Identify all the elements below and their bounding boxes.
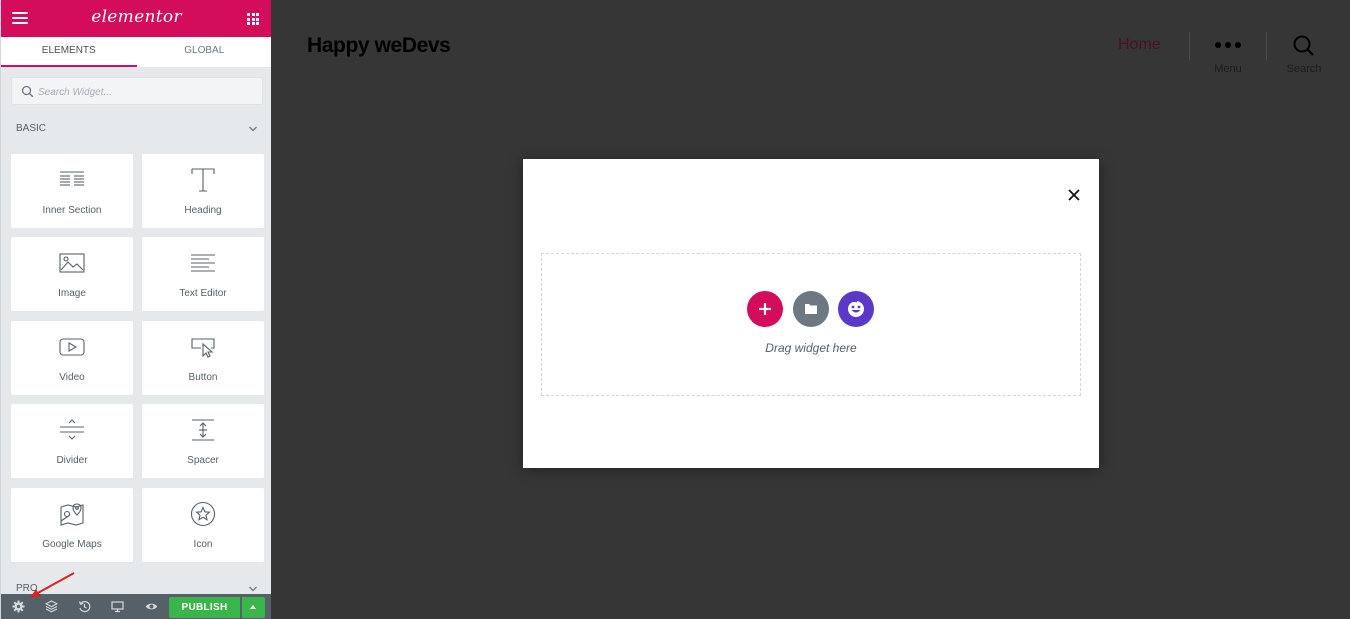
category-basic-header[interactable]: BASIC bbox=[1, 120, 272, 140]
panel-header: elementor bbox=[1, 0, 272, 37]
nav-search-button[interactable]: Search bbox=[1279, 34, 1329, 75]
widget-inner-section[interactable]: Inner Section bbox=[11, 154, 133, 228]
widget-label: Spacer bbox=[187, 455, 219, 466]
nav-home-link[interactable]: Home bbox=[1118, 36, 1161, 54]
inner-section-icon bbox=[60, 171, 84, 186]
site-title[interactable]: Happy weDevs bbox=[307, 34, 451, 58]
happy-face-icon bbox=[848, 300, 864, 317]
caret-up-icon bbox=[250, 605, 256, 609]
nav-divider bbox=[1189, 32, 1190, 60]
tab-elements[interactable]: ELEMENTS bbox=[1, 37, 137, 67]
widget-label: Divider bbox=[56, 455, 88, 466]
widget-label: Video bbox=[59, 372, 85, 383]
responsive-icon[interactable] bbox=[111, 600, 124, 613]
search-icon bbox=[21, 85, 34, 98]
widget-label: Heading bbox=[184, 205, 222, 216]
nav-divider bbox=[1266, 32, 1267, 60]
navigator-icon[interactable] bbox=[45, 600, 58, 613]
widget-image[interactable]: Image bbox=[11, 237, 133, 311]
widgets-grid-icon[interactable] bbox=[247, 13, 259, 25]
nav-menu-button[interactable]: Menu bbox=[1203, 34, 1253, 75]
plus-icon bbox=[759, 303, 771, 315]
heading-icon bbox=[191, 168, 215, 192]
widget-divider[interactable]: Divider bbox=[11, 404, 133, 478]
publish-button[interactable]: PUBLISH bbox=[169, 597, 240, 618]
happy-addons-button[interactable] bbox=[838, 291, 874, 327]
settings-icon[interactable] bbox=[12, 600, 25, 613]
folder-icon bbox=[805, 304, 817, 314]
preview-eye-icon[interactable] bbox=[145, 600, 158, 613]
history-icon[interactable] bbox=[78, 600, 91, 613]
widget-icon[interactable]: Icon bbox=[142, 488, 264, 562]
preview-canvas: Happy weDevs Home Menu Search Drag widge… bbox=[271, 0, 1350, 619]
spacer-icon bbox=[192, 419, 214, 441]
elementor-panel: elementor ELEMENTS GLOBAL BASIC bbox=[0, 0, 272, 619]
widget-label: Icon bbox=[193, 539, 213, 550]
video-icon bbox=[59, 338, 85, 356]
button-icon bbox=[191, 338, 215, 358]
widget-spacer[interactable]: Spacer bbox=[142, 404, 264, 478]
panel-tabs: ELEMENTS GLOBAL bbox=[1, 37, 272, 67]
widget-google-maps[interactable]: Google Maps bbox=[11, 488, 133, 562]
search-label: Search bbox=[1286, 63, 1322, 75]
elementor-logo: elementor bbox=[91, 7, 182, 27]
widget-heading[interactable]: Heading bbox=[142, 154, 264, 228]
divider-icon bbox=[60, 419, 84, 440]
add-section-button[interactable] bbox=[747, 291, 783, 327]
ellipsis-icon bbox=[1203, 34, 1253, 52]
menu-label: Menu bbox=[1214, 63, 1242, 75]
category-title: BASIC bbox=[16, 123, 47, 134]
publish-options-button[interactable] bbox=[242, 597, 265, 618]
tab-global[interactable]: GLOBAL bbox=[136, 37, 272, 67]
empty-section-dropzone[interactable]: Drag widget here bbox=[541, 253, 1081, 396]
star-icon bbox=[190, 501, 216, 527]
elementor-editor: elementor ELEMENTS GLOBAL BASIC bbox=[0, 0, 1350, 619]
widget-button[interactable]: Button bbox=[142, 321, 264, 395]
drag-widget-hint: Drag widget here bbox=[765, 341, 857, 355]
add-template-button[interactable] bbox=[793, 291, 829, 327]
google-maps-icon bbox=[60, 503, 84, 526]
search-widget-input[interactable] bbox=[38, 82, 258, 102]
chevron-down-icon bbox=[249, 126, 257, 132]
widget-label: Button bbox=[188, 372, 218, 383]
widget-text-editor[interactable]: Text Editor bbox=[142, 237, 264, 311]
widget-label: Text Editor bbox=[179, 288, 227, 299]
widget-label: Google Maps bbox=[42, 539, 102, 550]
widget-label: Inner Section bbox=[42, 205, 102, 216]
chevron-down-icon bbox=[249, 586, 257, 592]
text-editor-icon bbox=[191, 254, 215, 272]
close-icon[interactable] bbox=[1066, 187, 1082, 203]
search-icon bbox=[1293, 35, 1314, 56]
popup-modal: Drag widget here bbox=[523, 159, 1099, 468]
image-icon bbox=[59, 253, 85, 273]
widget-label: Image bbox=[58, 288, 86, 299]
annotation-arrow bbox=[30, 572, 75, 598]
widget-video[interactable]: Video bbox=[11, 321, 133, 395]
widget-search-box bbox=[11, 77, 263, 105]
